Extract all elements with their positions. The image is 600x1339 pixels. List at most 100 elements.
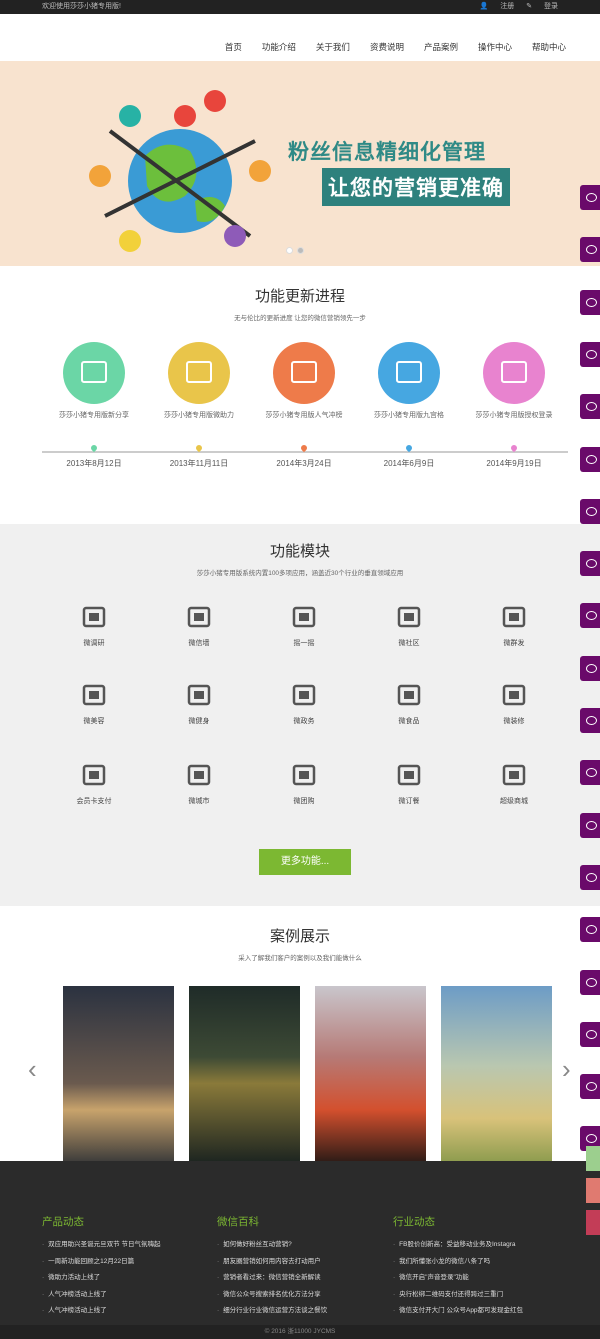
side-tab-chat-icon[interactable] (580, 864, 600, 890)
footer-link[interactable]: 双应用助兴圣诞元旦双节 节日气氛嗨起 (42, 1237, 160, 1254)
side-tab-chat-icon[interactable] (580, 708, 600, 733)
prev-arrow-icon[interactable]: ‹ (28, 1054, 37, 1085)
nav-item-features[interactable]: 功能介绍 (262, 41, 296, 53)
side-tab-chat-icon[interactable] (580, 603, 600, 629)
footer-link[interactable]: 如何做好粉丝互动营销? (217, 1237, 327, 1254)
side-tab-chat-icon[interactable] (580, 969, 600, 995)
side-tab-chat-icon[interactable] (580, 760, 600, 786)
footer-link[interactable]: 微助力活动上线了 (42, 1270, 160, 1287)
module-item[interactable]: 微装修 (479, 682, 549, 726)
module-icon (186, 604, 212, 630)
side-tab-chat-icon[interactable] (580, 498, 600, 524)
case-photo-2[interactable] (189, 986, 300, 1163)
slider-dot-2[interactable] (297, 247, 304, 254)
module-icon (396, 604, 422, 630)
footer-link[interactable]: 我们所懂张小龙的微信八条了吗 (393, 1254, 523, 1271)
update-date: 2014年9月19日 (486, 459, 542, 468)
module-item[interactable]: 微团购 (269, 762, 339, 806)
module-item[interactable]: 微订餐 (374, 762, 444, 806)
module-item[interactable]: 会员卡支付 (59, 762, 129, 806)
module-icon (186, 762, 212, 788)
side-tab-chat-icon[interactable] (580, 1021, 600, 1047)
update-label: 莎莎小猪专用版新分享 (59, 412, 129, 419)
module-item[interactable]: 微食品 (374, 682, 444, 726)
nav-item-operation[interactable]: 操作中心 (478, 41, 512, 53)
footer-link[interactable]: 人气冲榜活动上线了 (42, 1303, 160, 1320)
module-icon (291, 604, 317, 630)
update-icon[interactable] (273, 342, 335, 404)
module-item[interactable]: 微健身 (164, 682, 234, 726)
update-icon[interactable] (378, 342, 440, 404)
module-label: 微政务 (293, 718, 315, 725)
module-item[interactable]: 微社区 (374, 604, 444, 648)
slider-dot-1[interactable] (286, 247, 293, 254)
case-photo-4[interactable] (441, 986, 552, 1163)
footer-link[interactable]: FB股价创新高：受益移动业务及Instagra (393, 1237, 523, 1254)
module-label: 微城市 (188, 798, 210, 805)
module-item[interactable]: 微调研 (59, 604, 129, 648)
module-item[interactable]: 微信墙 (164, 604, 234, 648)
side-tab-chat-icon[interactable] (580, 446, 600, 472)
update-icon[interactable] (168, 342, 230, 404)
module-item[interactable]: 超级商城 (479, 762, 549, 806)
footer-link[interactable]: 微信支付开大门 公众号App都可发现金红包 (393, 1303, 523, 1320)
footer-link[interactable]: 微信开启"声音登录"功能 (393, 1270, 523, 1287)
hero-banner[interactable]: 粉丝信息精细化管理 让您的营销更准确 (0, 61, 600, 266)
footer-col-industry: 行业动态 FB股价创新高：受益移动业务及Instagra 我们所懂张小龙的微信八… (393, 1214, 523, 1320)
cases-subtitle: 采入了解我们客户的案例以及我们能做什么 (238, 955, 362, 962)
footer: 产品动态 双应用助兴圣诞元旦双节 节日气氛嗨起 一周新功能回顾之12月22日篇 … (0, 1161, 600, 1339)
side-tab-chat-icon[interactable] (580, 394, 600, 420)
case-photo-3[interactable] (315, 986, 426, 1163)
update-icon[interactable] (63, 342, 125, 404)
side-tab-chat-icon[interactable] (580, 917, 600, 943)
updates-subtitle: 无与伦比的更新进度 让您的微信营销领先一步 (234, 315, 366, 322)
module-item[interactable]: 微群发 (479, 604, 549, 648)
module-label: 微健身 (188, 718, 210, 725)
nav-item-about[interactable]: 关于我们 (316, 41, 350, 53)
side-tab-chat-icon[interactable] (580, 289, 600, 315)
side-tab-chat-icon[interactable] (580, 185, 600, 210)
case-photo-1[interactable] (63, 986, 174, 1163)
footer-link[interactable]: 微信公众号搜索排名优化方法分享 (217, 1287, 327, 1304)
footer-link[interactable]: 细分行业行业微信运营方法谈之餐饮 (217, 1303, 327, 1320)
footer-link[interactable]: 营销者看过来：微信营销全新解读 (217, 1270, 327, 1287)
footer-link[interactable]: 朋友圈营销如何用内容去打动用户 (217, 1254, 327, 1271)
side-tab-chat-icon[interactable] (580, 1074, 600, 1100)
chat-icon[interactable] (586, 1146, 600, 1171)
updates-title: 功能更新进程 (254, 288, 345, 305)
side-tab-chat-icon[interactable] (580, 655, 600, 681)
module-icon (501, 682, 527, 708)
register-label: 注册 (500, 3, 515, 10)
login-link[interactable]: ✎ 登录 (526, 3, 558, 10)
module-item[interactable]: 微美容 (59, 682, 129, 726)
module-item[interactable]: 微政务 (269, 682, 339, 726)
phone-icon[interactable] (586, 1178, 600, 1203)
module-item[interactable]: 摇一摇 (269, 604, 339, 648)
modules-subtitle: 莎莎小猪专用版系统内置100多项应用，涵盖近30个行业的垂直领域应用 (196, 570, 404, 577)
module-icon (291, 762, 317, 788)
footer-link[interactable]: 央行松绑二维码支付还得跨过三重门 (393, 1287, 523, 1304)
nav-item-help[interactable]: 帮助中心 (532, 41, 566, 53)
update-icon[interactable] (483, 342, 545, 404)
register-link[interactable]: 👤 注册 (480, 3, 515, 10)
nav-item-cases[interactable]: 产品案例 (424, 41, 458, 53)
side-tab-chat-icon[interactable] (580, 551, 600, 577)
side-tab-chat-icon[interactable] (580, 237, 600, 263)
nav-item-pricing[interactable]: 资费说明 (370, 41, 404, 53)
side-tab-chat-icon[interactable] (580, 341, 600, 367)
nav-item-home[interactable]: 首页 (225, 41, 242, 53)
slider-dots (286, 247, 308, 254)
side-tab-chat-icon[interactable] (580, 812, 600, 838)
footer-link[interactable]: 一周新功能回顾之12月22日篇 (42, 1254, 160, 1271)
update-date: 2013年11月11日 (169, 459, 229, 468)
main-nav: 首页 功能介绍 关于我们 资费说明 产品案例 操作中心 帮助中心 (0, 14, 600, 61)
module-icon (81, 682, 107, 708)
more-features-button[interactable]: 更多功能... (259, 849, 351, 875)
back-to-top-icon[interactable] (586, 1210, 600, 1235)
module-item[interactable]: 微城市 (164, 762, 234, 806)
welcome-text: 欢迎使用莎莎小猪专用版! (42, 3, 121, 10)
footer-col-title: 行业动态 (393, 1216, 435, 1228)
next-arrow-icon[interactable]: › (562, 1054, 571, 1085)
footer-link[interactable]: 人气冲榜活动上线了 (42, 1287, 160, 1304)
timeline-line (42, 451, 568, 453)
